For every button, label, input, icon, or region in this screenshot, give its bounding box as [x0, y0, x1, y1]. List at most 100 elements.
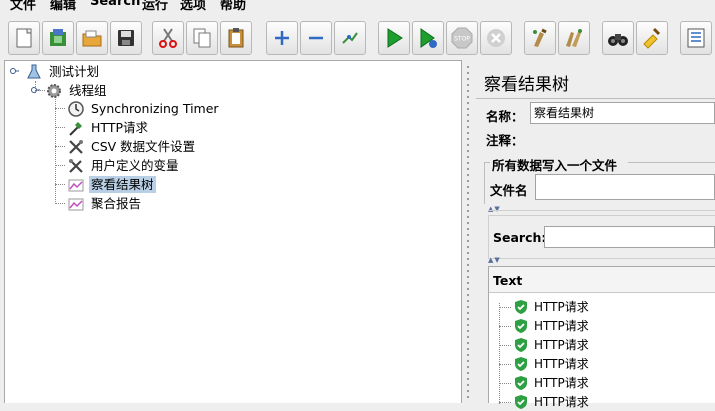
view-results-tree-panel: 察看结果树 名称： 察看结果树 注释： 所有数据写入一个文件 文件名 ▲▼ Se… [476, 60, 715, 409]
collapse-arrows-icon[interactable]: ▲▼ [488, 205, 501, 213]
result-label: HTTP请求 [534, 357, 589, 371]
success-shield-icon [515, 394, 527, 409]
templates-icon [50, 29, 66, 46]
copy-button[interactable] [186, 21, 218, 55]
file-section-title: 所有数据写入一个文件 [492, 158, 618, 173]
tree-line [55, 184, 65, 185]
tree-node-label: 线程组 [69, 83, 107, 98]
tree-node-label: 用户定义的变量 [91, 158, 179, 173]
templates-button[interactable] [42, 21, 74, 55]
start-no-pauses-button[interactable] [412, 21, 444, 55]
tree-node-aggregate-report[interactable]: 聚合报告 [67, 194, 143, 213]
result-label: HTTP请求 [534, 395, 589, 409]
name-input[interactable]: 察看结果树 [530, 102, 715, 124]
shutdown-button[interactable] [480, 21, 512, 55]
tree-node-label: 聚合报告 [91, 196, 142, 211]
cut-icon [159, 28, 177, 48]
result-item[interactable]: HTTP请求 [497, 335, 589, 354]
tree-node-user-defined-variables[interactable]: 用户定义的变量 [67, 156, 181, 175]
shutdown-icon [487, 29, 505, 47]
success-shield-icon [515, 356, 527, 371]
success-shield-icon [515, 299, 527, 314]
cut-button[interactable] [152, 21, 184, 55]
result-item[interactable]: HTTP请求 [497, 316, 589, 335]
success-shield-icon [515, 375, 527, 390]
menu-options[interactable]: 选项 [180, 0, 206, 13]
new-button[interactable] [8, 21, 40, 55]
variables-icon [69, 158, 83, 173]
divider [488, 210, 715, 211]
save-icon [118, 30, 134, 46]
result-item[interactable]: HTTP请求 [497, 297, 589, 316]
tree-node-label: CSV 数据文件设置 [91, 139, 196, 154]
collapse-arrows-icon[interactable]: ▲▼ [488, 256, 501, 264]
result-label: HTTP请求 [534, 338, 589, 352]
result-item[interactable]: HTTP请求 [497, 392, 589, 411]
tree-line [55, 127, 65, 128]
tree-node-synchronizing-timer[interactable]: Synchronizing Timer [67, 99, 221, 118]
clear-button[interactable] [524, 21, 556, 55]
function-helper-icon [687, 28, 705, 48]
paste-icon [228, 28, 244, 48]
menu-help[interactable]: 帮助 [220, 0, 246, 13]
tree-expand-handle[interactable] [10, 67, 19, 76]
tree-line [55, 146, 65, 147]
fieldset-border [484, 162, 485, 204]
menu-bar: 文件 编辑 Search 运行 选项 帮助 [0, 0, 715, 18]
tree-line [55, 165, 65, 166]
result-label: HTTP请求 [534, 319, 589, 333]
success-shield-icon [515, 318, 527, 333]
reset-search-icon [643, 27, 661, 49]
toggle-icon [342, 32, 358, 44]
clear-all-button[interactable] [558, 21, 590, 55]
result-item[interactable]: HTTP请求 [497, 373, 589, 392]
tree-node-http-request[interactable]: HTTP请求 [67, 118, 150, 137]
menu-search[interactable]: Search [90, 0, 140, 9]
divider [476, 98, 715, 99]
panel-title: 察看结果树 [484, 75, 569, 95]
menu-run[interactable]: 运行 [142, 0, 168, 13]
open-icon [82, 30, 102, 47]
listener-icon [68, 198, 84, 210]
test-plan-flask-icon [27, 64, 41, 78]
save-button[interactable] [110, 21, 142, 55]
comment-field[interactable] [530, 128, 715, 148]
function-helper-button[interactable] [680, 21, 712, 55]
collapse-button[interactable] [300, 21, 332, 55]
expand-icon [275, 31, 289, 45]
tree-node-label: 察看结果树 [89, 176, 156, 193]
toggle-button[interactable] [334, 21, 366, 55]
expand-button[interactable] [266, 21, 298, 55]
stop-button[interactable]: STOP [446, 21, 478, 55]
stop-icon: STOP [451, 27, 473, 49]
tree-node-csv-data-set[interactable]: CSV 数据文件设置 [67, 137, 197, 156]
result-item[interactable]: HTTP请求 [497, 354, 589, 373]
search-input[interactable] [544, 226, 715, 248]
paste-button[interactable] [220, 21, 252, 55]
tree-expand-handle[interactable] [31, 86, 40, 95]
result-label: HTTP请求 [534, 300, 589, 314]
results-tree: Text HTTP请求 HTTP请求 HTTP请求 HTTP请求 HTTP请求 [488, 266, 715, 409]
search-binoculars-icon [608, 34, 628, 46]
menu-file[interactable]: 文件 [10, 0, 36, 13]
search-button[interactable] [602, 21, 634, 55]
menu-edit[interactable]: 编辑 [50, 0, 76, 13]
search-label: Search: [493, 230, 547, 245]
thread-group-gear-icon [47, 83, 61, 98]
tree-node-thread-group[interactable]: 线程组 [45, 81, 109, 100]
reset-search-button[interactable] [636, 21, 668, 55]
tree-node-label: 测试计划 [49, 64, 100, 79]
tree-line [55, 99, 56, 204]
clear-all-icon [566, 29, 582, 47]
stop-label: STOP [454, 36, 470, 43]
filename-label: 文件名 [490, 183, 528, 198]
success-shield-icon [515, 337, 527, 352]
tree-node-label: HTTP请求 [91, 120, 148, 135]
open-button[interactable] [76, 21, 108, 55]
tree-node-test-plan[interactable]: 测试计划 [25, 62, 101, 81]
start-no-pauses-icon [420, 28, 437, 48]
filename-input[interactable] [535, 174, 715, 200]
split-pane-divider[interactable] [464, 60, 474, 403]
start-button[interactable] [378, 21, 410, 55]
tree-node-view-results-tree[interactable]: 察看结果树 [67, 175, 156, 194]
